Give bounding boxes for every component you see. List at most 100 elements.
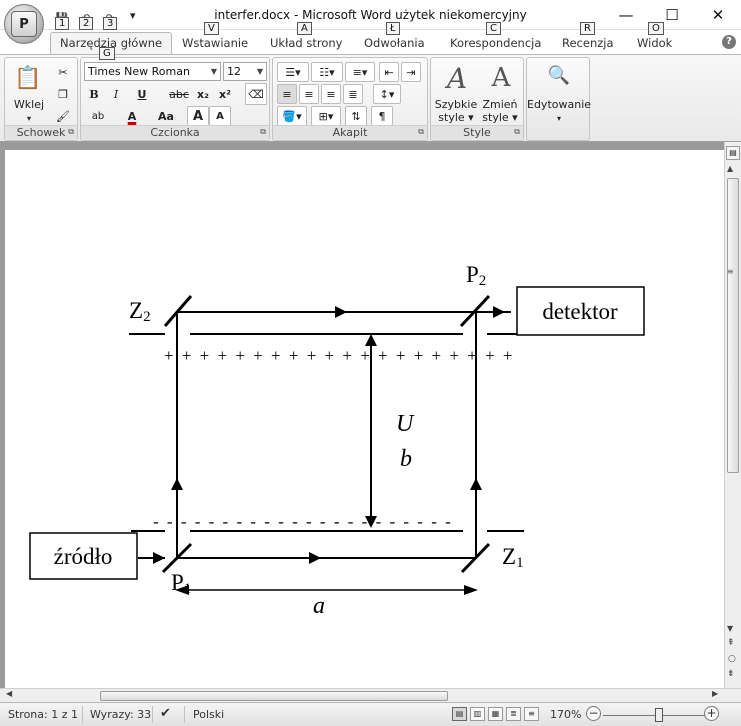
change-styles-button[interactable]: Zmień style ▾ — [477, 98, 523, 124]
strikethrough-button[interactable]: abc — [167, 84, 191, 104]
cut-icon[interactable]: ✂ — [53, 62, 73, 82]
justify-icon[interactable]: ≣ — [343, 84, 363, 104]
label-b: b — [400, 446, 412, 472]
paragraph-group-label: Akapit — [273, 125, 427, 139]
page-count[interactable]: Strona: 1 z 1 — [8, 708, 78, 721]
horizontal-scrollbar[interactable]: ◀ ▶ — [0, 688, 741, 702]
horizontal-scroll-thumb[interactable] — [100, 691, 448, 701]
subscript-button[interactable]: x₂ — [193, 84, 213, 104]
tab-references[interactable]: Odwołania Ł — [364, 22, 425, 50]
line-spacing-icon[interactable]: ↕▾ — [373, 84, 401, 104]
keytip-3: 3 — [103, 17, 118, 30]
italic-button[interactable]: I — [107, 84, 125, 104]
zoom-in-button[interactable]: + — [704, 706, 719, 721]
tab-mailings[interactable]: Korespondencja C — [450, 22, 541, 50]
show-formatting-button[interactable]: ¶ — [371, 106, 393, 126]
bottom-beam-arrow — [309, 552, 321, 564]
chevron-down-icon: ▼ — [210, 67, 217, 76]
paragraph-launcher-icon[interactable]: ⧉ — [418, 127, 424, 137]
font-size-combo[interactable]: 12 ▼ — [223, 62, 267, 81]
decrease-indent-icon[interactable]: ⇤ — [379, 62, 399, 82]
vertical-scrollbar[interactable]: ▤ ▲ ≡ ▼ ⇞ ○ ⇟ — [724, 142, 741, 688]
zoom-out-button[interactable]: − — [586, 706, 601, 721]
label-u: U — [396, 411, 415, 437]
font-color-button[interactable]: A — [121, 106, 143, 126]
change-case-button[interactable]: Aa — [151, 106, 181, 126]
previous-page-icon[interactable]: ⇞ — [727, 638, 735, 648]
paste-icon[interactable]: 📋 — [11, 62, 45, 94]
paste-button[interactable]: Wklej ▾ — [7, 98, 51, 125]
editing-button[interactable]: Edytowanie ▾ — [527, 98, 591, 125]
quick-styles-icon[interactable]: A — [437, 60, 477, 96]
numbering-icon[interactable]: ☷▾ — [311, 62, 343, 82]
grow-font-button[interactable]: A — [187, 106, 209, 126]
superscript-button[interactable]: x² — [215, 84, 235, 104]
align-right-icon[interactable]: ≡ — [321, 84, 341, 104]
highlight-button[interactable]: ab — [85, 106, 111, 126]
office-button[interactable]: P — [4, 4, 44, 44]
tab-review[interactable]: Recenzja R — [562, 22, 614, 50]
editing-group[interactable]: 🔍 Edytowanie ▾ — [526, 57, 591, 141]
sort-icon[interactable]: ⇅ — [345, 106, 367, 126]
status-bar: Strona: 1 z 1 Wyrazy: 33 ✔ Polski ▤ ▥ ▦ … — [0, 702, 741, 726]
plus-charges: + + + + + + + + + + + + + + + + + + + + — [164, 346, 515, 365]
label-p1: P1 — [171, 570, 191, 597]
help-icon[interactable]: ? — [722, 35, 736, 49]
status-separator — [184, 706, 185, 723]
scroll-left-icon[interactable]: ◀ — [6, 689, 12, 698]
close-button[interactable]: ✕ — [695, 0, 741, 30]
clipboard-launcher-icon[interactable]: ⧉ — [68, 127, 74, 137]
align-left-icon[interactable]: ≡ — [277, 84, 297, 104]
interferometer-diagram: + + + + + + + + + + + + + + + + + + + + … — [29, 262, 645, 619]
print-layout-icon[interactable]: ▤ — [452, 707, 467, 721]
next-page-icon[interactable]: ⇟ — [727, 669, 735, 679]
detector-label: detektor — [542, 299, 618, 324]
scroll-right-icon[interactable]: ▶ — [712, 689, 718, 698]
multilevel-list-icon[interactable]: ≡▾ — [345, 62, 375, 82]
word-count[interactable]: Wyrazy: 33 — [90, 708, 151, 721]
zoom-level[interactable]: 170% — [550, 708, 581, 721]
vertical-scroll-thumb[interactable] — [727, 178, 739, 473]
zoom-slider-track[interactable] — [603, 715, 705, 716]
ribbon-tabs: Narzędzia główne G Wstawianie V Układ stro… — [0, 22, 741, 60]
zoom-slider-thumb[interactable] — [655, 708, 663, 722]
format-painter-icon[interactable]: 🖌 — [53, 106, 73, 126]
minimize-button[interactable]: — — [603, 0, 649, 30]
bullets-icon[interactable]: ☰▾ — [277, 62, 309, 82]
bold-button[interactable]: B — [85, 84, 103, 104]
tab-page-layout[interactable]: Układ strony A — [270, 22, 342, 50]
underline-button[interactable]: U — [131, 84, 153, 104]
web-layout-icon[interactable]: ▦ — [488, 707, 503, 721]
binoculars-icon: 🔍 — [547, 64, 571, 86]
spelling-check-icon[interactable]: ✔ — [160, 706, 171, 721]
full-screen-reading-icon[interactable]: ▥ — [470, 707, 485, 721]
draft-view-icon[interactable]: ≡ — [524, 707, 539, 721]
styles-launcher-icon[interactable]: ⧉ — [514, 127, 520, 137]
styles-group: A Szybkie style ▾ A Zmień style ▾ Style … — [430, 57, 524, 141]
increase-indent-icon[interactable]: ⇥ — [401, 62, 421, 82]
view-ruler-icon[interactable]: ▤ — [726, 146, 740, 160]
keytip-2: 2 — [79, 17, 94, 30]
document-page[interactable]: + + + + + + + + + + + + + + + + + + + + … — [5, 150, 724, 688]
tab-home[interactable]: Narzędzia główne G — [50, 32, 173, 60]
scroll-down-icon[interactable]: ▼ — [727, 624, 733, 633]
language-indicator[interactable]: Polski — [193, 708, 224, 721]
scroll-up-icon[interactable]: ▲ — [727, 164, 733, 173]
font-group: Times New Roman ▼ 12 ▼ ⌫ B I U abc x₂ x² a… — [80, 57, 270, 141]
shading-icon[interactable]: 🪣▾ — [277, 106, 307, 126]
quick-styles-button[interactable]: Szybkie style ▾ — [431, 98, 481, 124]
clear-formatting-icon[interactable]: ⌫ — [245, 83, 267, 105]
change-styles-icon[interactable]: A — [481, 60, 521, 96]
font-name-combo[interactable]: Times New Roman ▼ — [84, 62, 221, 81]
align-center-icon[interactable]: ≡ — [299, 84, 319, 104]
browse-object-icon[interactable]: ○ — [728, 654, 736, 664]
tab-view[interactable]: Widok O — [637, 22, 672, 50]
outline-view-icon[interactable]: ≣ — [506, 707, 521, 721]
borders-icon[interactable]: ⊞▾ — [311, 106, 341, 126]
label-z1: Z1 — [502, 544, 524, 571]
minus-charges: - - - - - - - - - - - - - - - - - - - - … — [153, 512, 453, 531]
shrink-font-button[interactable]: A — [209, 106, 231, 126]
font-launcher-icon[interactable]: ⧉ — [260, 127, 266, 137]
tab-insert[interactable]: Wstawianie V — [182, 22, 248, 50]
copy-icon[interactable]: ❐ — [53, 84, 73, 104]
